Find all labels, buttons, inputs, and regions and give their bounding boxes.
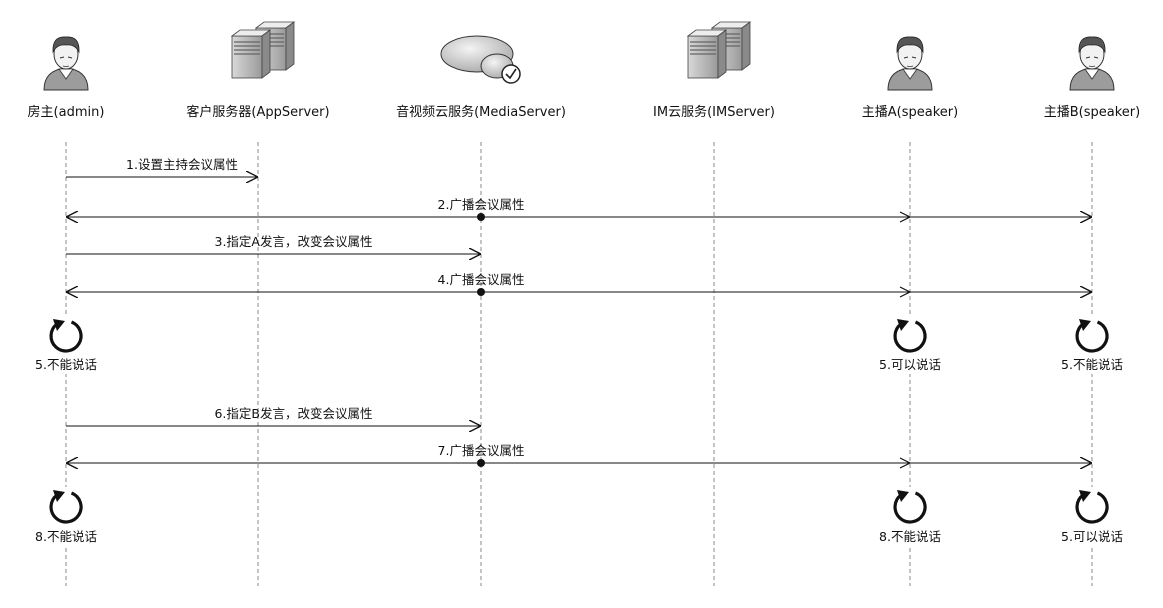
- participant-label: 音视频云服务(MediaServer): [396, 104, 566, 120]
- user-icon: [1069, 36, 1115, 91]
- cloud-icon: [440, 35, 521, 84]
- participant-label: 主播B(speaker): [1044, 105, 1140, 120]
- participant-label: 主播A(speaker): [862, 105, 958, 120]
- participant-media: 音视频云服务(MediaServer): [396, 35, 566, 120]
- user-icon: [887, 36, 933, 91]
- state-speakerA: 5.可以说话: [870, 316, 950, 374]
- participant-label: 房主(admin): [28, 104, 105, 120]
- message-2: 2.广播会议属性: [66, 197, 1092, 222]
- message-3: 3.指定A发言，改变会议属性: [66, 234, 481, 254]
- message-5: 6.指定B发言，改变会议属性: [66, 406, 481, 426]
- participant-admin: 房主(admin): [28, 36, 105, 120]
- messages: 1.设置主持会议属性 2.广播会议属性 3.指定A发言，改变会议属性 4.广播会议属性…: [66, 157, 1092, 468]
- state-label: 5.可以说话: [879, 357, 941, 372]
- speaking-states: 5.不能说话 5.可以说话 5.不能说话 8.不能说话 8.不能说话 5.可以说话: [26, 316, 1132, 546]
- state-label: 5.不能说话: [35, 357, 97, 372]
- state-admin: 5.不能说话: [26, 316, 106, 374]
- message-1: 1.设置主持会议属性: [66, 157, 258, 177]
- participant-label: 客户服务器(AppServer): [186, 104, 329, 120]
- message-label: 4.广播会议属性: [438, 272, 525, 287]
- sequence-diagram: 房主(admin) 客户服务器(AppServer) 音视频云服务(MediaSer…: [26, 0, 1140, 586]
- state-label: 8.不能说话: [35, 529, 97, 544]
- state-label: 5.不能说话: [1061, 357, 1123, 372]
- participant-speakerA: 主播A(speaker): [862, 36, 958, 120]
- participant-app: 客户服务器(AppServer): [186, 22, 330, 120]
- server-icon: [232, 22, 294, 78]
- state-speakerB: 5.不能说话: [1052, 316, 1132, 374]
- participant-label: IM云服务(IMServer): [653, 104, 775, 120]
- message-label: 1.设置主持会议属性: [126, 157, 238, 172]
- message-4: 4.广播会议属性: [66, 272, 1092, 297]
- state-speakerB: 5.可以说话: [1052, 487, 1132, 546]
- state-label: 5.可以说话: [1061, 529, 1123, 544]
- message-label: 6.指定B发言，改变会议属性: [214, 406, 372, 421]
- broadcast-origin-dot: [477, 459, 485, 467]
- user-icon: [43, 36, 89, 91]
- message-label: 3.指定A发言，改变会议属性: [215, 234, 373, 249]
- state-admin: 8.不能说话: [26, 487, 106, 546]
- broadcast-origin-dot: [477, 213, 485, 221]
- message-label: 7.广播会议属性: [438, 443, 525, 458]
- state-label: 8.不能说话: [879, 529, 941, 544]
- message-label: 2.广播会议属性: [438, 197, 525, 212]
- message-6: 7.广播会议属性: [66, 443, 1092, 468]
- participant-headers: 房主(admin) 客户服务器(AppServer) 音视频云服务(MediaSer…: [28, 22, 1140, 120]
- participant-speakerB: 主播B(speaker): [1044, 36, 1140, 120]
- server-icon: [688, 22, 750, 78]
- broadcast-origin-dot: [477, 288, 485, 296]
- participant-im: IM云服务(IMServer): [653, 22, 775, 120]
- state-speakerA: 8.不能说话: [870, 487, 950, 546]
